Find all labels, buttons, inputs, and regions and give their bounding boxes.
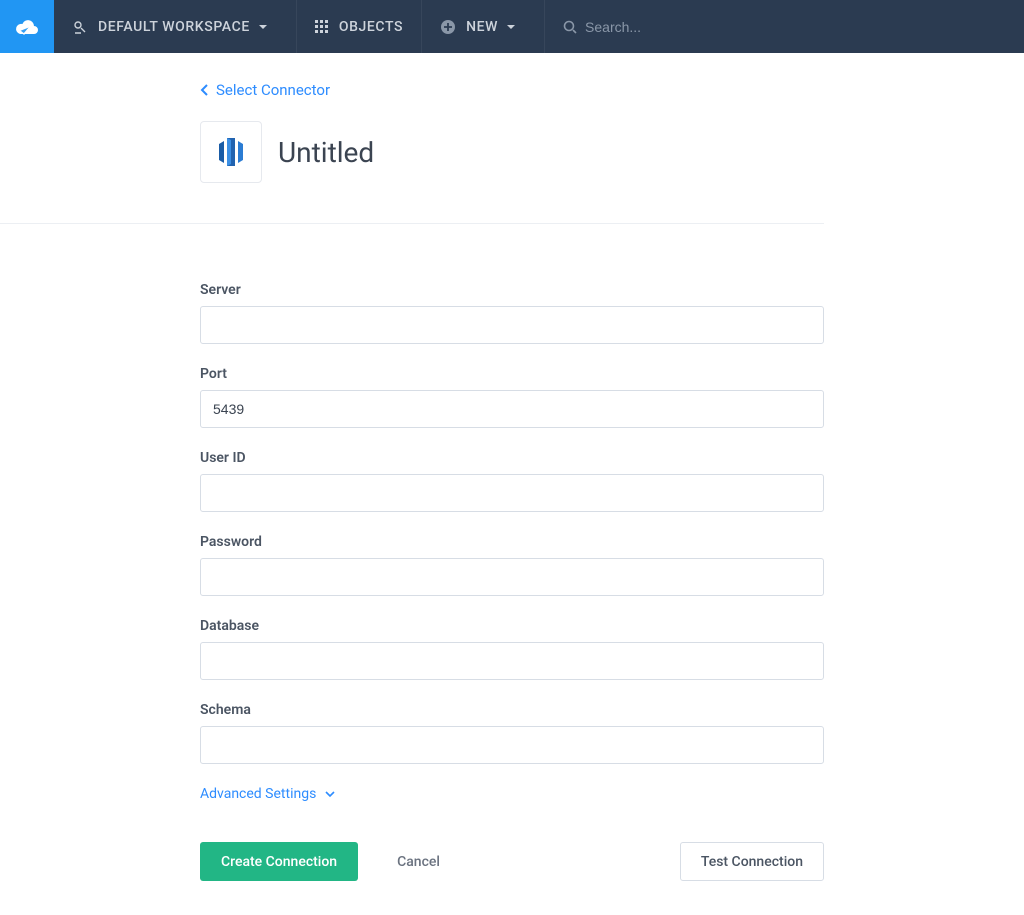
search-icon	[563, 20, 577, 34]
port-label: Port	[200, 366, 824, 382]
chevron-left-icon	[200, 83, 210, 97]
section-divider	[0, 223, 824, 224]
workspace-switcher[interactable]: DEFAULT WORKSPACE	[54, 0, 297, 53]
schema-input[interactable]	[200, 726, 824, 764]
port-input[interactable]	[200, 390, 824, 428]
password-input[interactable]	[200, 558, 824, 596]
brand-logo[interactable]	[0, 0, 54, 53]
advanced-settings-label: Advanced Settings	[200, 786, 316, 802]
advanced-settings-toggle[interactable]: Advanced Settings	[200, 786, 824, 802]
objects-nav[interactable]: OBJECTS	[297, 0, 422, 53]
chevron-down-icon	[324, 788, 336, 800]
new-label: NEW	[466, 19, 498, 35]
database-input[interactable]	[200, 642, 824, 680]
redshift-icon	[214, 135, 248, 169]
userid-input[interactable]	[200, 474, 824, 512]
action-row: Create Connection Cancel Test Connection	[200, 842, 824, 881]
page-title: Untitled	[278, 136, 374, 169]
cloud-icon	[14, 17, 40, 37]
server-input[interactable]	[200, 306, 824, 344]
page-body: Select Connector Untitled Server Port	[0, 53, 1024, 881]
chevron-down-icon	[258, 22, 268, 32]
grid-icon	[315, 20, 329, 34]
test-connection-button[interactable]: Test Connection	[680, 842, 824, 881]
scope-icon	[72, 19, 88, 35]
database-label: Database	[200, 618, 824, 634]
chevron-down-icon	[506, 22, 516, 32]
new-menu[interactable]: NEW	[422, 0, 545, 53]
create-connection-button[interactable]: Create Connection	[200, 842, 358, 881]
workspace-label: DEFAULT WORKSPACE	[98, 19, 250, 35]
userid-label: User ID	[200, 450, 824, 466]
server-label: Server	[200, 282, 824, 298]
plus-circle-icon	[440, 19, 456, 35]
title-bar: Untitled	[200, 121, 824, 183]
password-label: Password	[200, 534, 824, 550]
connector-icon-box	[200, 121, 262, 183]
cancel-button[interactable]: Cancel	[376, 842, 461, 881]
objects-label: OBJECTS	[339, 19, 403, 35]
back-link-label: Select Connector	[216, 81, 330, 99]
top-navbar: DEFAULT WORKSPACE OBJECTS NEW	[0, 0, 1024, 53]
global-search[interactable]	[545, 0, 1024, 53]
search-input[interactable]	[585, 19, 785, 35]
schema-label: Schema	[200, 702, 824, 718]
back-link[interactable]: Select Connector	[200, 81, 824, 99]
